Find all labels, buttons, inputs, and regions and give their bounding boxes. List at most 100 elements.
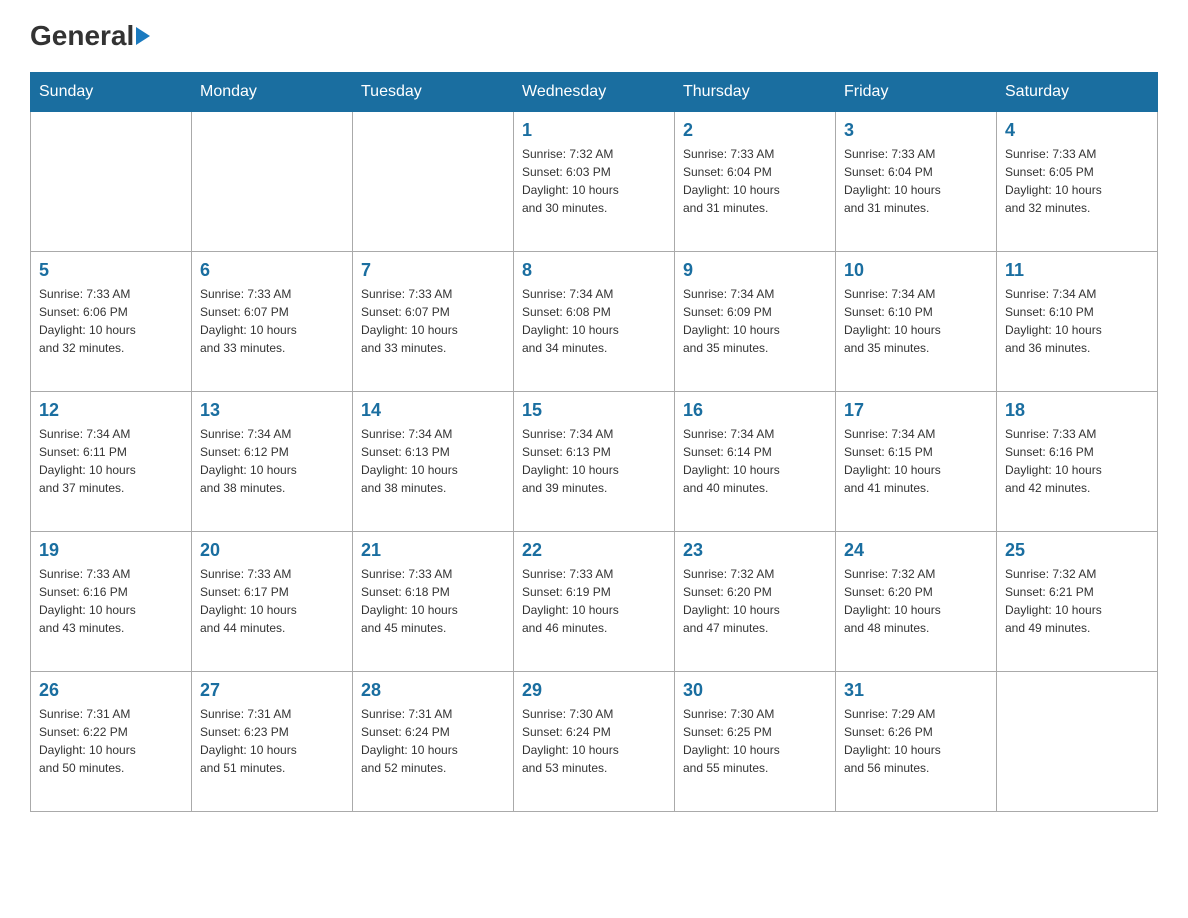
day-info: Sunrise: 7:34 AMSunset: 6:11 PMDaylight:… (39, 425, 183, 497)
day-number: 31 (844, 680, 988, 701)
calendar-cell: 16 Sunrise: 7:34 AMSunset: 6:14 PMDayligh… (675, 392, 836, 532)
day-number: 19 (39, 540, 183, 561)
day-number: 23 (683, 540, 827, 561)
day-info: Sunrise: 7:34 AMSunset: 6:13 PMDaylight:… (361, 425, 505, 497)
day-info: Sunrise: 7:33 AMSunset: 6:07 PMDaylight:… (200, 285, 344, 357)
day-number: 29 (522, 680, 666, 701)
day-number: 14 (361, 400, 505, 421)
day-info: Sunrise: 7:33 AMSunset: 6:04 PMDaylight:… (683, 145, 827, 217)
day-info: Sunrise: 7:32 AMSunset: 6:20 PMDaylight:… (683, 565, 827, 637)
calendar-cell: 6 Sunrise: 7:33 AMSunset: 6:07 PMDaylight… (192, 252, 353, 392)
calendar-cell: 30Sunrise: 7:30 AMSunset: 6:25 PMDayligh… (675, 672, 836, 812)
day-info: Sunrise: 7:33 AMSunset: 6:18 PMDaylight:… (361, 565, 505, 637)
calendar-cell: 29 Sunrise: 7:30 AMSunset: 6:24 PMDayligh… (514, 672, 675, 812)
day-info: Sunrise: 7:34 AMSunset: 6:13 PMDaylight:… (522, 425, 666, 497)
day-info: Sunrise: 7:32 AMSunset: 6:20 PMDaylight:… (844, 565, 988, 637)
calendar-week-row: 19 Sunrise: 7:33 AMSunset: 6:16 PMDayligh… (31, 532, 1158, 672)
day-info: Sunrise: 7:31 AMSunset: 6:22 PMDaylight:… (39, 705, 183, 777)
page-header: General (30, 20, 1158, 52)
calendar-cell: 24 Sunrise: 7:32 AMSunset: 6:20 PMDayligh… (836, 532, 997, 672)
day-info: Sunrise: 7:30 AMSunset: 6:25 PMDaylight:… (683, 705, 827, 777)
calendar-cell (192, 112, 353, 252)
day-number: 1 (522, 120, 666, 141)
day-info: Sunrise: 7:34 AMSunset: 6:10 PMDaylight:… (844, 285, 988, 357)
day-info: Sunrise: 7:33 AMSunset: 6:06 PMDaylight:… (39, 285, 183, 357)
calendar-cell: 23 Sunrise: 7:32 AMSunset: 6:20 PMDayligh… (675, 532, 836, 672)
day-number: 24 (844, 540, 988, 561)
calendar-cell: 15 Sunrise: 7:34 AMSunset: 6:13 PMDayligh… (514, 392, 675, 532)
day-number: 26 (39, 680, 183, 701)
day-number: 2 (683, 120, 827, 141)
day-info: Sunrise: 7:33 AMSunset: 6:16 PMDaylight:… (39, 565, 183, 637)
day-number: 8 (522, 260, 666, 281)
calendar-cell: 14 Sunrise: 7:34 AMSunset: 6:13 PMDayligh… (353, 392, 514, 532)
calendar-cell: 12 Sunrise: 7:34 AMSunset: 6:11 PMDayligh… (31, 392, 192, 532)
calendar-cell: 11 Sunrise: 7:34 AMSunset: 6:10 PMDayligh… (997, 252, 1158, 392)
calendar-cell: 17Sunrise: 7:34 AMSunset: 6:15 PMDayligh… (836, 392, 997, 532)
day-number: 22 (522, 540, 666, 561)
day-number: 15 (522, 400, 666, 421)
day-info: Sunrise: 7:29 AMSunset: 6:26 PMDaylight:… (844, 705, 988, 777)
calendar-cell: 18 Sunrise: 7:33 AMSunset: 6:16 PMDayligh… (997, 392, 1158, 532)
logo-general-text: General (30, 20, 134, 52)
column-header-friday: Friday (836, 73, 997, 112)
day-number: 11 (1005, 260, 1149, 281)
column-header-thursday: Thursday (675, 73, 836, 112)
calendar-table: SundayMondayTuesdayWednesdayThursdayFrid… (30, 72, 1158, 812)
day-number: 16 (683, 400, 827, 421)
day-info: Sunrise: 7:34 AMSunset: 6:09 PMDaylight:… (683, 285, 827, 357)
calendar-cell: 3 Sunrise: 7:33 AMSunset: 6:04 PMDaylight… (836, 112, 997, 252)
calendar-cell: 5Sunrise: 7:33 AMSunset: 6:06 PMDaylight… (31, 252, 192, 392)
calendar-week-row: 5Sunrise: 7:33 AMSunset: 6:06 PMDaylight… (31, 252, 1158, 392)
day-number: 21 (361, 540, 505, 561)
day-number: 9 (683, 260, 827, 281)
day-number: 4 (1005, 120, 1149, 141)
day-number: 20 (200, 540, 344, 561)
calendar-cell: 4 Sunrise: 7:33 AMSunset: 6:05 PMDaylight… (997, 112, 1158, 252)
calendar-cell: 9 Sunrise: 7:34 AMSunset: 6:09 PMDaylight… (675, 252, 836, 392)
day-info: Sunrise: 7:31 AMSunset: 6:24 PMDaylight:… (361, 705, 505, 777)
calendar-cell: 21 Sunrise: 7:33 AMSunset: 6:18 PMDayligh… (353, 532, 514, 672)
day-info: Sunrise: 7:33 AMSunset: 6:16 PMDaylight:… (1005, 425, 1149, 497)
day-info: Sunrise: 7:33 AMSunset: 6:07 PMDaylight:… (361, 285, 505, 357)
day-number: 6 (200, 260, 344, 281)
day-info: Sunrise: 7:33 AMSunset: 6:17 PMDaylight:… (200, 565, 344, 637)
logo-arrow-icon (136, 27, 150, 45)
calendar-cell: 20 Sunrise: 7:33 AMSunset: 6:17 PMDayligh… (192, 532, 353, 672)
calendar-cell: 27 Sunrise: 7:31 AMSunset: 6:23 PMDayligh… (192, 672, 353, 812)
calendar-cell: 26 Sunrise: 7:31 AMSunset: 6:22 PMDayligh… (31, 672, 192, 812)
day-number: 7 (361, 260, 505, 281)
day-number: 27 (200, 680, 344, 701)
calendar-cell: 8 Sunrise: 7:34 AMSunset: 6:08 PMDaylight… (514, 252, 675, 392)
calendar-cell: 1 Sunrise: 7:32 AMSunset: 6:03 PMDaylight… (514, 112, 675, 252)
day-info: Sunrise: 7:34 AMSunset: 6:15 PMDaylight:… (844, 425, 988, 497)
day-info: Sunrise: 7:34 AMSunset: 6:08 PMDaylight:… (522, 285, 666, 357)
day-info: Sunrise: 7:31 AMSunset: 6:23 PMDaylight:… (200, 705, 344, 777)
day-info: Sunrise: 7:32 AMSunset: 6:21 PMDaylight:… (1005, 565, 1149, 637)
day-number: 3 (844, 120, 988, 141)
day-info: Sunrise: 7:34 AMSunset: 6:10 PMDaylight:… (1005, 285, 1149, 357)
logo: General (30, 20, 152, 52)
day-info: Sunrise: 7:30 AMSunset: 6:24 PMDaylight:… (522, 705, 666, 777)
day-info: Sunrise: 7:33 AMSunset: 6:19 PMDaylight:… (522, 565, 666, 637)
calendar-cell: 28 Sunrise: 7:31 AMSunset: 6:24 PMDayligh… (353, 672, 514, 812)
day-info: Sunrise: 7:33 AMSunset: 6:05 PMDaylight:… (1005, 145, 1149, 217)
day-number: 28 (361, 680, 505, 701)
calendar-cell (31, 112, 192, 252)
calendar-header-row: SundayMondayTuesdayWednesdayThursdayFrid… (31, 73, 1158, 112)
calendar-cell: 2 Sunrise: 7:33 AMSunset: 6:04 PMDaylight… (675, 112, 836, 252)
calendar-week-row: 1 Sunrise: 7:32 AMSunset: 6:03 PMDaylight… (31, 112, 1158, 252)
calendar-cell: 19 Sunrise: 7:33 AMSunset: 6:16 PMDayligh… (31, 532, 192, 672)
column-header-sunday: Sunday (31, 73, 192, 112)
calendar-cell: 7 Sunrise: 7:33 AMSunset: 6:07 PMDaylight… (353, 252, 514, 392)
day-info: Sunrise: 7:32 AMSunset: 6:03 PMDaylight:… (522, 145, 666, 217)
day-number: 12 (39, 400, 183, 421)
day-number: 18 (1005, 400, 1149, 421)
column-header-monday: Monday (192, 73, 353, 112)
calendar-week-row: 12 Sunrise: 7:34 AMSunset: 6:11 PMDayligh… (31, 392, 1158, 532)
day-info: Sunrise: 7:33 AMSunset: 6:04 PMDaylight:… (844, 145, 988, 217)
day-info: Sunrise: 7:34 AMSunset: 6:14 PMDaylight:… (683, 425, 827, 497)
calendar-cell: 25Sunrise: 7:32 AMSunset: 6:21 PMDayligh… (997, 532, 1158, 672)
calendar-cell: 13Sunrise: 7:34 AMSunset: 6:12 PMDayligh… (192, 392, 353, 532)
day-number: 13 (200, 400, 344, 421)
